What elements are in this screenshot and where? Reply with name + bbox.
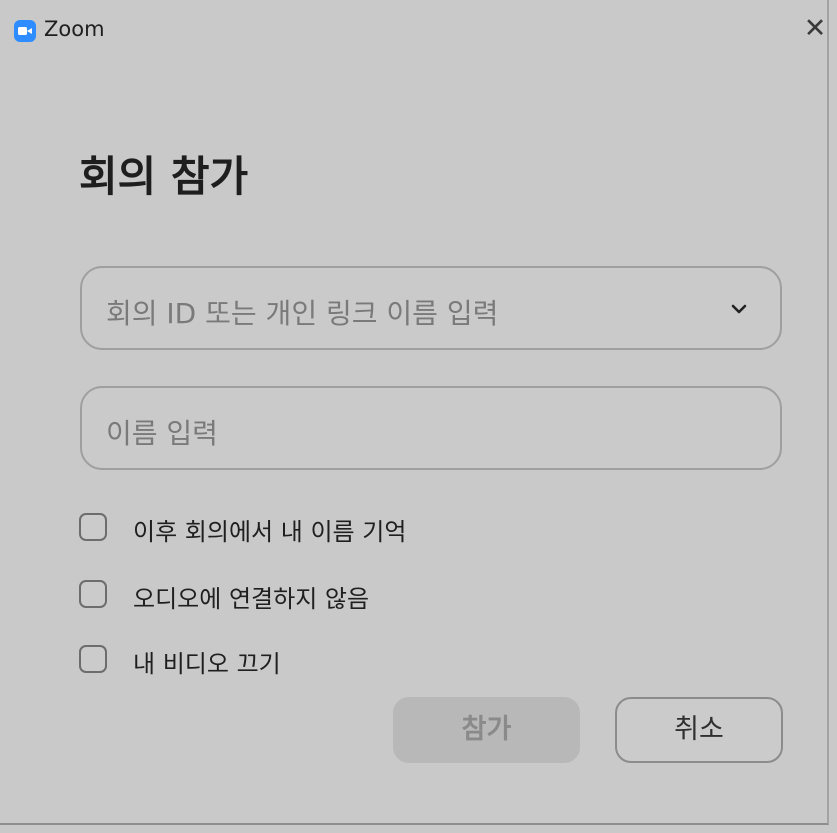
meeting-id-placeholder: 회의 ID 또는 개인 링크 이름 입력 — [106, 297, 499, 330]
name-placeholder: 이름 입력 — [106, 417, 218, 450]
no-audio-checkbox[interactable] — [79, 580, 107, 608]
camera-lens-shape — [27, 28, 32, 34]
title-bar: Zoom ✕ — [0, 0, 827, 62]
meeting-id-combobox[interactable]: 회의 ID 또는 개인 링크 이름 입력 — [80, 266, 782, 350]
zoom-window: Zoom ✕ 회의 참가 회의 ID 또는 개인 링크 이름 입력 이름 입력 … — [0, 0, 829, 825]
name-input[interactable]: 이름 입력 — [80, 386, 782, 470]
window-title: Zoom — [44, 17, 105, 41]
video-off-label: 내 비디오 끄기 — [133, 650, 281, 678]
remember-name-checkbox[interactable] — [79, 513, 107, 541]
zoom-camera-icon — [14, 20, 36, 42]
no-audio-label: 오디오에 연결하지 않음 — [133, 585, 370, 613]
join-button[interactable]: 참가 — [393, 697, 580, 763]
close-icon[interactable]: ✕ — [800, 14, 830, 44]
camera-body-shape — [18, 27, 27, 35]
cancel-button[interactable]: 취소 — [615, 697, 783, 763]
chevron-down-icon[interactable] — [728, 298, 750, 320]
video-off-checkbox[interactable] — [79, 645, 107, 673]
page-title: 회의 참가 — [79, 152, 249, 201]
remember-name-label: 이후 회의에서 내 이름 기억 — [133, 518, 407, 546]
